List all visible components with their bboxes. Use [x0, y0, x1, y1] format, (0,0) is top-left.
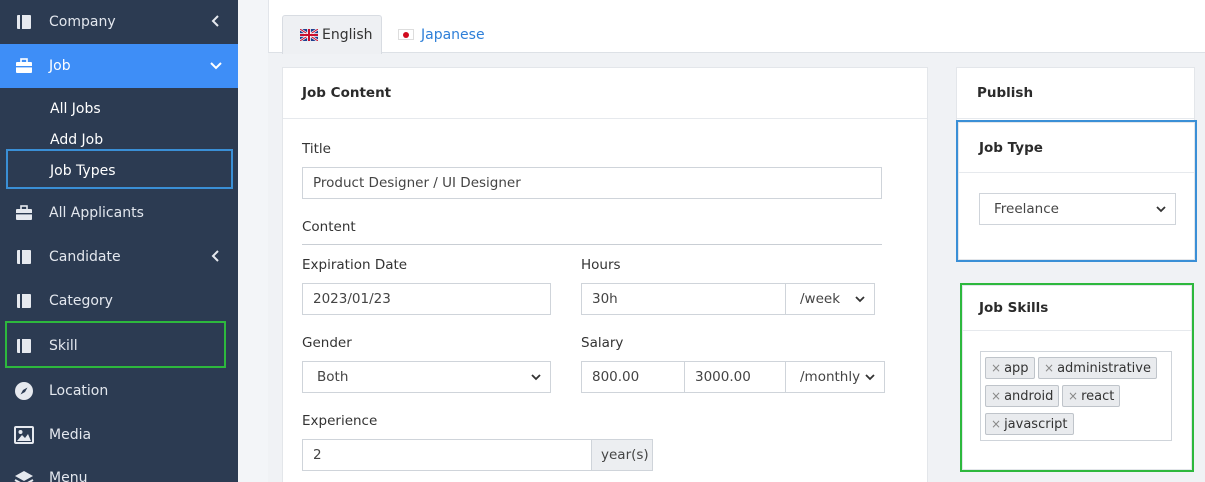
- sidebar: Company Job All Jobs Add Job Job Types A…: [0, 0, 238, 482]
- sidebar-item-menu[interactable]: Menu: [0, 456, 238, 482]
- chevron-down-icon: [855, 296, 865, 303]
- salary-max-input[interactable]: 3000.00: [684, 361, 786, 393]
- hours-unit-select[interactable]: /week: [785, 283, 875, 315]
- sidebar-item-media[interactable]: Media: [0, 413, 238, 457]
- sidebar-item-company[interactable]: Company: [0, 0, 238, 44]
- sidebar-item-all-applicants[interactable]: All Applicants: [0, 191, 238, 235]
- expiration-date-input[interactable]: 2023/01/23: [302, 283, 551, 315]
- sidebar-item-label: Media: [49, 427, 92, 443]
- content-label: Content: [302, 219, 356, 235]
- image-icon: [14, 425, 34, 445]
- sidebar-item-location[interactable]: Location: [0, 369, 238, 413]
- experience-value: 2: [313, 447, 322, 463]
- briefcase-icon: [14, 203, 34, 223]
- card-title: Publish: [957, 68, 1194, 119]
- highlight-box-skill: [5, 321, 226, 368]
- gender-select[interactable]: Both: [302, 361, 551, 393]
- sidebar-item-label: All Applicants: [49, 205, 144, 221]
- hours-input[interactable]: 30h: [581, 283, 786, 315]
- highlight-box-job-types: [6, 149, 233, 189]
- tab-english[interactable]: English: [282, 15, 382, 54]
- tab-japanese[interactable]: Japanese: [398, 15, 485, 54]
- sidebar-item-candidate[interactable]: Candidate: [0, 235, 238, 279]
- sidebar-item-category[interactable]: Category: [0, 279, 238, 323]
- briefcase-icon: [14, 56, 34, 76]
- gender-label: Gender: [302, 335, 352, 351]
- salary-unit-value: /monthly: [800, 369, 861, 385]
- salary-label: Salary: [581, 335, 624, 351]
- tab-label: English: [322, 27, 373, 43]
- expiration-value: 2023/01/23: [313, 291, 391, 307]
- compass-icon: [14, 381, 34, 401]
- salary-min-input[interactable]: 800.00: [581, 361, 685, 393]
- chevron-left-icon: [211, 250, 219, 262]
- content-gutter: [238, 0, 268, 482]
- sidebar-item-label: Company: [49, 14, 116, 30]
- submenu-all-jobs[interactable]: All Jobs: [0, 93, 238, 124]
- salary-min-value: 800.00: [592, 369, 640, 385]
- salary-max-value: 3000.00: [695, 369, 751, 385]
- title-label: Title: [302, 141, 331, 157]
- chevron-down-icon: [531, 374, 541, 381]
- sidebar-item-job[interactable]: Job: [0, 44, 238, 88]
- book-icon: [14, 12, 34, 32]
- sidebar-item-label: Menu: [49, 470, 88, 482]
- uk-flag-icon: [300, 29, 318, 41]
- expiration-label: Expiration Date: [302, 257, 408, 273]
- japan-flag-icon: [398, 29, 414, 40]
- sidebar-item-label: Location: [49, 383, 109, 399]
- layers-icon: [14, 468, 34, 482]
- experience-unit: year(s): [601, 447, 649, 463]
- experience-label: Experience: [302, 413, 378, 429]
- chevron-down-icon: [210, 62, 222, 70]
- salary-unit-select[interactable]: /monthly: [785, 361, 885, 393]
- chevron-left-icon: [211, 15, 219, 27]
- experience-unit-addon: year(s): [591, 439, 653, 471]
- highlight-box-job-skills: [960, 283, 1194, 472]
- book-icon: [14, 247, 34, 267]
- submenu-label: Add Job: [50, 131, 104, 148]
- hours-label: Hours: [581, 257, 621, 273]
- title-input[interactable]: Product Designer / UI Designer: [302, 167, 882, 199]
- sidebar-item-label: Category: [49, 293, 113, 309]
- chevron-down-icon: [865, 374, 875, 381]
- gender-value: Both: [317, 369, 349, 385]
- title-value: Product Designer / UI Designer: [313, 175, 521, 191]
- sidebar-item-label: Job: [49, 58, 71, 74]
- tab-label: Japanese: [421, 26, 485, 43]
- hours-value: 30h: [592, 291, 618, 307]
- publish-card: Publish: [956, 67, 1195, 127]
- submenu-label: All Jobs: [50, 100, 101, 117]
- highlight-box-job-type: [956, 120, 1197, 262]
- sidebar-item-label: Candidate: [49, 249, 121, 265]
- card-title: Job Content: [283, 68, 927, 119]
- content-divider: [302, 244, 882, 245]
- job-content-card: Job Content: [282, 67, 928, 482]
- book-icon: [14, 291, 34, 311]
- experience-input[interactable]: 2: [302, 439, 592, 471]
- hours-unit-value: /week: [800, 291, 841, 307]
